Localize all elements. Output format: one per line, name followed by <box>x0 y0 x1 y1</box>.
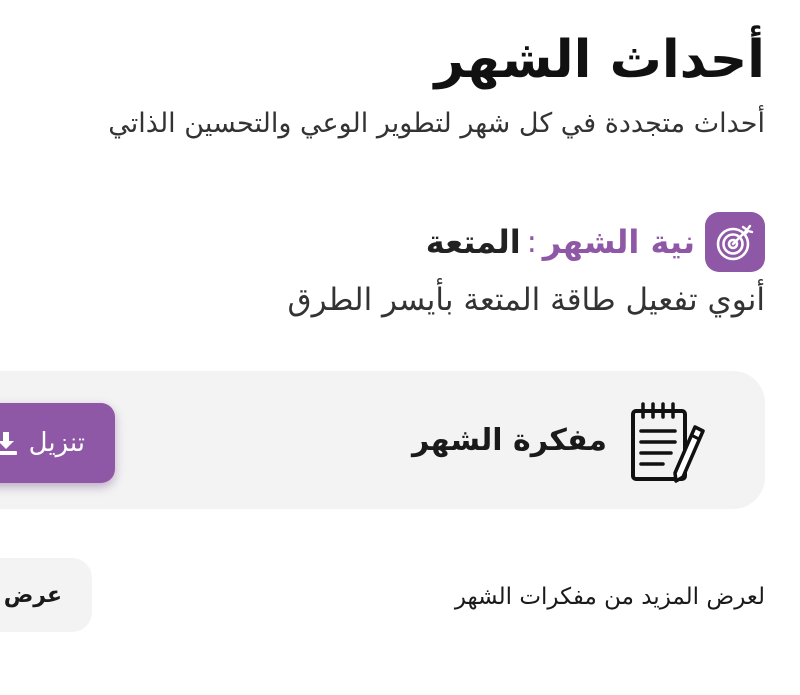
month-intention-heading: نية الشهر : المتعة <box>426 210 765 274</box>
download-button[interactable]: تنزيل <box>0 403 115 483</box>
intention-value: المتعة <box>425 223 521 261</box>
target-icon <box>705 212 765 272</box>
page-subtitle: أحداث متجددة في كل شهر لتطوير الوعي والت… <box>108 108 765 139</box>
page-title: أحداث الشهر <box>434 30 765 90</box>
intention-label: نية الشهر <box>542 223 695 261</box>
download-button-label: تنزيل <box>28 428 85 458</box>
more-notebooks-text: لعرض المزيد من مفكرات الشهر <box>454 584 765 610</box>
download-icon <box>0 432 17 455</box>
view-button-label: عرض <box>3 582 62 608</box>
intention-description: أنوي تفعيل طاقة المتعة بأيسر الطرق <box>287 282 765 318</box>
view-button[interactable]: عرض <box>0 558 92 632</box>
page: أحداث الشهر أحداث متجددة في كل شهر لتطوي… <box>0 0 800 695</box>
target-icon-graphic <box>716 224 754 261</box>
notebook-title: مفكرة الشهر <box>412 423 607 458</box>
notepad-pencil-icon <box>629 401 709 485</box>
notebook-card: مفكرة الشهر تنزيل <box>0 371 765 509</box>
intention-colon: : <box>526 224 537 260</box>
